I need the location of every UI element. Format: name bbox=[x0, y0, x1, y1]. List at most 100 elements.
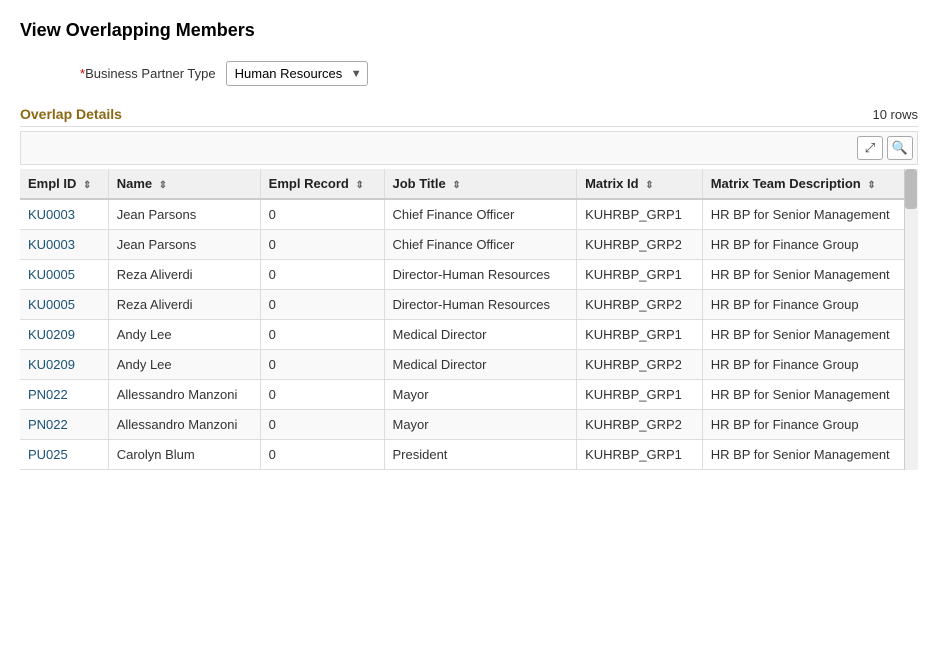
cell-matrix-id: KUHRBP_GRP2 bbox=[577, 350, 703, 380]
empl-id-link[interactable]: PN022 bbox=[28, 387, 68, 402]
table-row: KU0209 Andy Lee0Medical DirectorKUHRBP_GR… bbox=[20, 320, 918, 350]
table-row: KU0005 Reza Aliverdi0Director-Human Resou… bbox=[20, 290, 918, 320]
table-row: PU025 Carolyn Blum0PresidentKUHRBP_GRP1HR… bbox=[20, 440, 918, 470]
table-container: Empl ID ⇕ Name ⇕ Empl Record ⇕ Job Title… bbox=[20, 169, 918, 470]
col-job-title[interactable]: Job Title ⇕ bbox=[384, 169, 577, 199]
col-matrix-team-desc[interactable]: Matrix Team Description ⇕ bbox=[702, 169, 918, 199]
cell-name: Reza Aliverdi bbox=[108, 260, 260, 290]
cell-matrix-team-desc: HR BP for Finance Group bbox=[702, 290, 918, 320]
scrollbar-track[interactable] bbox=[904, 169, 918, 470]
empl-id-link[interactable]: PU025 bbox=[28, 447, 68, 462]
cell-name: Allessandro Manzoni bbox=[108, 410, 260, 440]
table-row: PN022 Allessandro Manzoni0MayorKUHRBP_GRP… bbox=[20, 410, 918, 440]
cell-job-title: Mayor bbox=[384, 410, 577, 440]
empl-id-link[interactable]: KU0003 bbox=[28, 207, 75, 222]
cell-matrix-team-desc: HR BP for Finance Group bbox=[702, 410, 918, 440]
cell-matrix-team-desc: HR BP for Senior Management bbox=[702, 320, 918, 350]
cell-name: Jean Parsons bbox=[108, 199, 260, 230]
cell-empl-record: 0 bbox=[260, 199, 384, 230]
table-header-row: Empl ID ⇕ Name ⇕ Empl Record ⇕ Job Title… bbox=[20, 169, 918, 199]
cell-matrix-id: KUHRBP_GRP1 bbox=[577, 260, 703, 290]
overlap-section-header: Overlap Details 10 rows bbox=[20, 106, 918, 127]
table-body: KU0003Jean Parsons0Chief Finance Officer… bbox=[20, 199, 918, 470]
sort-icon-job-title: ⇕ bbox=[452, 180, 460, 191]
cell-empl-id: KU0005 bbox=[20, 260, 108, 290]
sort-icon-empl-record: ⇕ bbox=[355, 180, 363, 191]
cell-job-title: President bbox=[384, 440, 577, 470]
cell-empl-record: 0 bbox=[260, 230, 384, 260]
cell-empl-record: 0 bbox=[260, 320, 384, 350]
empl-id-link[interactable]: KU0003 bbox=[28, 237, 75, 252]
col-name[interactable]: Name ⇕ bbox=[108, 169, 260, 199]
cell-empl-id: PU025 bbox=[20, 440, 108, 470]
cell-matrix-id: KUHRBP_GRP2 bbox=[577, 410, 703, 440]
overlap-table: Empl ID ⇕ Name ⇕ Empl Record ⇕ Job Title… bbox=[20, 169, 918, 470]
cell-matrix-team-desc: HR BP for Finance Group bbox=[702, 350, 918, 380]
cell-empl-id: KU0003 bbox=[20, 230, 108, 260]
business-partner-type-select[interactable]: Human Resources Finance Operations bbox=[226, 61, 368, 86]
cell-empl-record: 0 bbox=[260, 440, 384, 470]
cell-name: Allessandro Manzoni bbox=[108, 380, 260, 410]
empl-id-link[interactable]: KU0209 bbox=[28, 357, 75, 372]
cell-matrix-team-desc: HR BP for Senior Management bbox=[702, 380, 918, 410]
table-header: Empl ID ⇕ Name ⇕ Empl Record ⇕ Job Title… bbox=[20, 169, 918, 199]
sort-icon-name: ⇕ bbox=[159, 180, 167, 191]
business-partner-type-row: *Business Partner Type Human Resources F… bbox=[20, 61, 918, 86]
cell-name: Carolyn Blum bbox=[108, 440, 260, 470]
search-button[interactable]: 🔍 bbox=[887, 136, 913, 160]
empl-id-link[interactable]: PN022 bbox=[28, 417, 68, 432]
cell-matrix-team-desc: HR BP for Senior Management bbox=[702, 199, 918, 230]
empl-id-link[interactable]: KU0005 bbox=[28, 297, 75, 312]
cell-matrix-id: KUHRBP_GRP1 bbox=[577, 440, 703, 470]
expand-button[interactable]: ⤢ bbox=[857, 136, 883, 160]
col-empl-id[interactable]: Empl ID ⇕ bbox=[20, 169, 108, 199]
cell-empl-record: 0 bbox=[260, 380, 384, 410]
col-matrix-id[interactable]: Matrix Id ⇕ bbox=[577, 169, 703, 199]
cell-empl-id: KU0209 bbox=[20, 320, 108, 350]
cell-name: Reza Aliverdi bbox=[108, 290, 260, 320]
cell-matrix-team-desc: HR BP for Finance Group bbox=[702, 230, 918, 260]
cell-job-title: Medical Director bbox=[384, 350, 577, 380]
cell-empl-id: KU0003 bbox=[20, 199, 108, 230]
row-count-label: 10 rows bbox=[872, 107, 918, 122]
cell-empl-record: 0 bbox=[260, 260, 384, 290]
cell-matrix-id: KUHRBP_GRP1 bbox=[577, 380, 703, 410]
empl-id-link[interactable]: KU0209 bbox=[28, 327, 75, 342]
overlap-section-title: Overlap Details bbox=[20, 106, 122, 122]
cell-job-title: Mayor bbox=[384, 380, 577, 410]
cell-name: Andy Lee bbox=[108, 320, 260, 350]
sort-icon-matrix-team-desc: ⇕ bbox=[867, 180, 875, 191]
col-empl-record[interactable]: Empl Record ⇕ bbox=[260, 169, 384, 199]
cell-empl-id: KU0209 bbox=[20, 350, 108, 380]
scrollbar-thumb[interactable] bbox=[905, 169, 917, 209]
cell-matrix-id: KUHRBP_GRP1 bbox=[577, 199, 703, 230]
cell-job-title: Medical Director bbox=[384, 320, 577, 350]
cell-empl-id: PN022 bbox=[20, 410, 108, 440]
cell-name: Andy Lee bbox=[108, 350, 260, 380]
cell-job-title: Director-Human Resources bbox=[384, 260, 577, 290]
cell-empl-record: 0 bbox=[260, 290, 384, 320]
business-partner-type-label: *Business Partner Type bbox=[80, 66, 216, 81]
cell-empl-id: PN022 bbox=[20, 380, 108, 410]
table-toolbar: ⤢ 🔍 bbox=[20, 131, 918, 165]
cell-empl-record: 0 bbox=[260, 350, 384, 380]
expand-icon: ⤢ bbox=[865, 140, 875, 156]
cell-matrix-team-desc: HR BP for Senior Management bbox=[702, 440, 918, 470]
page-title: View Overlapping Members bbox=[20, 20, 918, 41]
cell-matrix-id: KUHRBP_GRP2 bbox=[577, 230, 703, 260]
cell-matrix-id: KUHRBP_GRP2 bbox=[577, 290, 703, 320]
cell-job-title: Chief Finance Officer bbox=[384, 199, 577, 230]
business-partner-type-select-wrapper[interactable]: Human Resources Finance Operations ▼ bbox=[226, 61, 368, 86]
cell-job-title: Chief Finance Officer bbox=[384, 230, 577, 260]
empl-id-link[interactable]: KU0005 bbox=[28, 267, 75, 282]
cell-job-title: Director-Human Resources bbox=[384, 290, 577, 320]
table-row: KU0003 Jean Parsons0Chief Finance Officer… bbox=[20, 199, 918, 230]
cell-empl-record: 0 bbox=[260, 410, 384, 440]
table-row: PN022 Allessandro Manzoni0MayorKUHRBP_GRP… bbox=[20, 380, 918, 410]
cell-matrix-id: KUHRBP_GRP1 bbox=[577, 320, 703, 350]
table-row: KU0005 Reza Aliverdi0Director-Human Resou… bbox=[20, 260, 918, 290]
table-row: KU0003Jean Parsons0Chief Finance Officer… bbox=[20, 230, 918, 260]
table-row: KU0209 Andy Lee0Medical DirectorKUHRBP_GR… bbox=[20, 350, 918, 380]
sort-icon-empl-id: ⇕ bbox=[83, 180, 91, 191]
cell-matrix-team-desc: HR BP for Senior Management bbox=[702, 260, 918, 290]
